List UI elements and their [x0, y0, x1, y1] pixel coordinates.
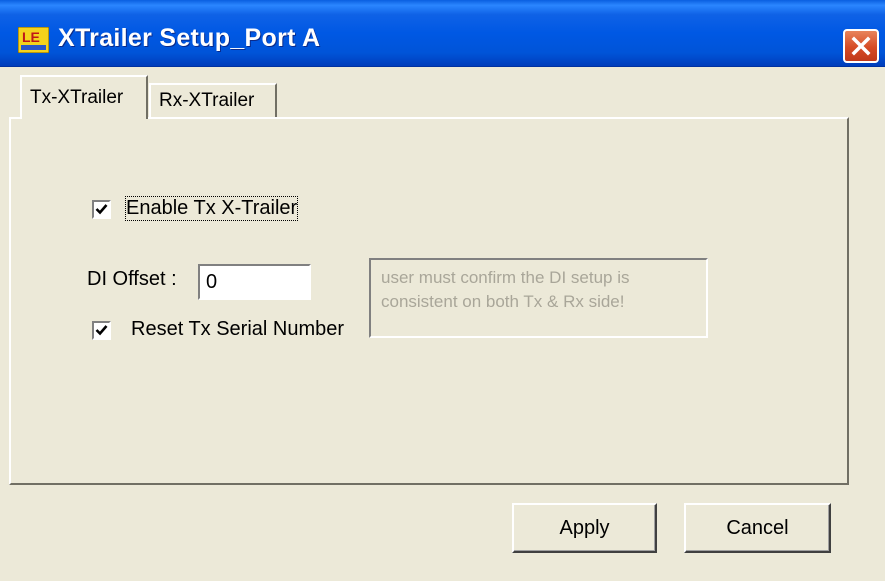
enable-tx-xtrailer-label[interactable]: Enable Tx X-Trailer [124, 196, 299, 221]
title-bar[interactable]: LE XTrailer Setup_Port A [0, 0, 885, 67]
tab-label: Rx-XTrailer [159, 90, 255, 111]
di-offset-input[interactable] [198, 264, 311, 300]
enable-tx-xtrailer-checkbox[interactable] [92, 200, 111, 219]
cancel-button[interactable]: Cancel [684, 503, 831, 553]
checkmark-icon [95, 325, 108, 336]
svg-text:LE: LE [22, 29, 40, 45]
close-icon [851, 36, 871, 56]
close-button[interactable] [843, 29, 879, 63]
tab-rx-xtrailer[interactable]: Rx-XTrailer [149, 83, 277, 117]
dialog-window: LE XTrailer Setup_Port A Tx-XTrailer Rx-… [0, 0, 885, 581]
reset-tx-serial-checkbox[interactable] [92, 321, 111, 340]
le-app-icon: LE [17, 26, 50, 54]
di-setup-note: user must confirm the DI setup is consis… [369, 258, 708, 338]
di-offset-label: DI Offset : [87, 268, 177, 290]
tab-label: Tx-XTrailer [30, 87, 124, 108]
tab-tx-xtrailer[interactable]: Tx-XTrailer [20, 75, 148, 119]
checkmark-icon [95, 204, 108, 215]
reset-tx-serial-label[interactable]: Reset Tx Serial Number [131, 318, 344, 341]
window-title: XTrailer Setup_Port A [58, 24, 321, 52]
apply-button[interactable]: Apply [512, 503, 657, 553]
